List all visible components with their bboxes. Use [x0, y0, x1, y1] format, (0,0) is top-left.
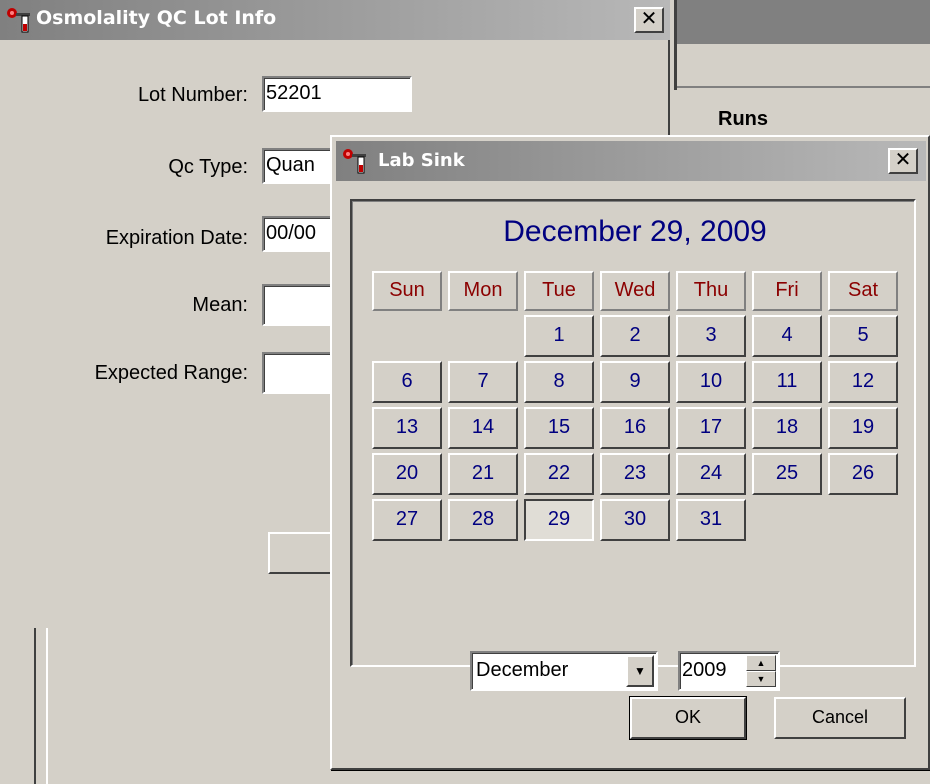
- background-panel-separator-highlight: [46, 628, 48, 784]
- mean-label: Mean:: [192, 294, 248, 316]
- osmolality-window-title: Osmolality QC Lot Info: [36, 7, 277, 29]
- year-increment-button[interactable]: ▲: [746, 655, 776, 671]
- app-icon: [343, 149, 366, 174]
- calendar-grid: Sun Mon Tue Wed Thu Fri Sat 1 2 3 4 5 6 7 8 9 10 11 12 13 14…: [372, 271, 898, 541]
- calendar-day[interactable]: 11: [752, 361, 822, 403]
- calendar-frame: December 29, 2009 Sun Mon Tue Wed Thu Fri Sat 1…: [350, 199, 916, 691]
- calendar-day[interactable]: 8: [524, 361, 594, 403]
- background-window-titlebar: [676, 0, 930, 44]
- calendar-day[interactable]: 10: [676, 361, 746, 403]
- day-name-tue: Tue: [524, 271, 594, 311]
- calendar-day[interactable]: 27: [372, 499, 442, 541]
- day-name-thu: Thu: [676, 271, 746, 311]
- app-icon: [7, 8, 30, 33]
- calendar-day[interactable]: 3: [676, 315, 746, 357]
- month-dropdown-button[interactable]: ▼: [626, 655, 654, 687]
- calendar-day[interactable]: 5: [828, 315, 898, 357]
- calendar-day[interactable]: 4: [752, 315, 822, 357]
- calendar-day[interactable]: 7: [448, 361, 518, 403]
- calendar-day[interactable]: 9: [600, 361, 670, 403]
- lot-number-field[interactable]: 52201: [262, 76, 412, 112]
- calendar-day[interactable]: 20: [372, 453, 442, 495]
- calendar-day[interactable]: 17: [676, 407, 746, 449]
- osmolality-titlebar[interactable]: Osmolality QC Lot Info ✕: [0, 0, 670, 40]
- day-name-wed: Wed: [600, 271, 670, 311]
- close-icon: ✕: [640, 8, 658, 30]
- month-value: December: [476, 659, 569, 681]
- background-divider: [676, 86, 930, 88]
- cancel-button[interactable]: Cancel: [774, 697, 906, 739]
- arrow-down-icon: ▼: [756, 674, 766, 684]
- runs-label: Runs: [718, 108, 768, 130]
- calendar-day-selected[interactable]: 29: [524, 499, 594, 541]
- day-name-fri: Fri: [752, 271, 822, 311]
- background-window-edge: [674, 0, 677, 90]
- chevron-down-icon: ▼: [634, 664, 646, 678]
- lab-sink-dialog: Lab Sink ✕ December 29, 2009 Sun Mon Tue We…: [330, 135, 930, 770]
- calendar-day[interactable]: 30: [600, 499, 670, 541]
- expiration-date-label: Expiration Date:: [105, 227, 248, 249]
- osmolality-close-button[interactable]: ✕: [634, 7, 664, 33]
- day-name-sun: Sun: [372, 271, 442, 311]
- day-name-mon: Mon: [448, 271, 518, 311]
- calendar-blank-cell: [448, 315, 518, 357]
- calendar-header: December 29, 2009: [503, 215, 767, 248]
- lab-sink-close-button[interactable]: ✕: [888, 148, 918, 174]
- calendar-day[interactable]: 14: [448, 407, 518, 449]
- calendar-day[interactable]: 24: [676, 453, 746, 495]
- calendar-day[interactable]: 28: [448, 499, 518, 541]
- calendar-day[interactable]: 15: [524, 407, 594, 449]
- ok-button[interactable]: OK: [629, 696, 747, 740]
- month-dropdown[interactable]: December ▼: [470, 651, 658, 691]
- background-panel-separator: [34, 628, 36, 784]
- calendar-day[interactable]: 12: [828, 361, 898, 403]
- arrow-up-icon: ▲: [756, 658, 766, 668]
- calendar-day[interactable]: 6: [372, 361, 442, 403]
- calendar-day[interactable]: 23: [600, 453, 670, 495]
- year-value: 2009: [682, 659, 727, 681]
- qc-type-label: Qc Type:: [168, 156, 248, 178]
- calendar-day[interactable]: 1: [524, 315, 594, 357]
- year-spinner[interactable]: 2009 ▲ ▼: [678, 651, 780, 691]
- calendar-day[interactable]: 26: [828, 453, 898, 495]
- calendar-day[interactable]: 13: [372, 407, 442, 449]
- close-icon: ✕: [894, 149, 912, 171]
- year-decrement-button[interactable]: ▼: [746, 671, 776, 687]
- calendar-day[interactable]: 25: [752, 453, 822, 495]
- calendar-day[interactable]: 2: [600, 315, 670, 357]
- lab-sink-title: Lab Sink: [378, 150, 465, 171]
- lot-number-label: Lot Number:: [137, 84, 248, 106]
- calendar-day[interactable]: 18: [752, 407, 822, 449]
- expected-range-label: Expected Range:: [94, 362, 248, 384]
- calendar-day[interactable]: 16: [600, 407, 670, 449]
- calendar-blank-cell: [372, 315, 442, 357]
- calendar-day[interactable]: 22: [524, 453, 594, 495]
- lab-sink-titlebar[interactable]: Lab Sink ✕: [336, 141, 926, 181]
- calendar-day[interactable]: 19: [828, 407, 898, 449]
- calendar-day[interactable]: 21: [448, 453, 518, 495]
- calendar-day[interactable]: 31: [676, 499, 746, 541]
- day-name-sat: Sat: [828, 271, 898, 311]
